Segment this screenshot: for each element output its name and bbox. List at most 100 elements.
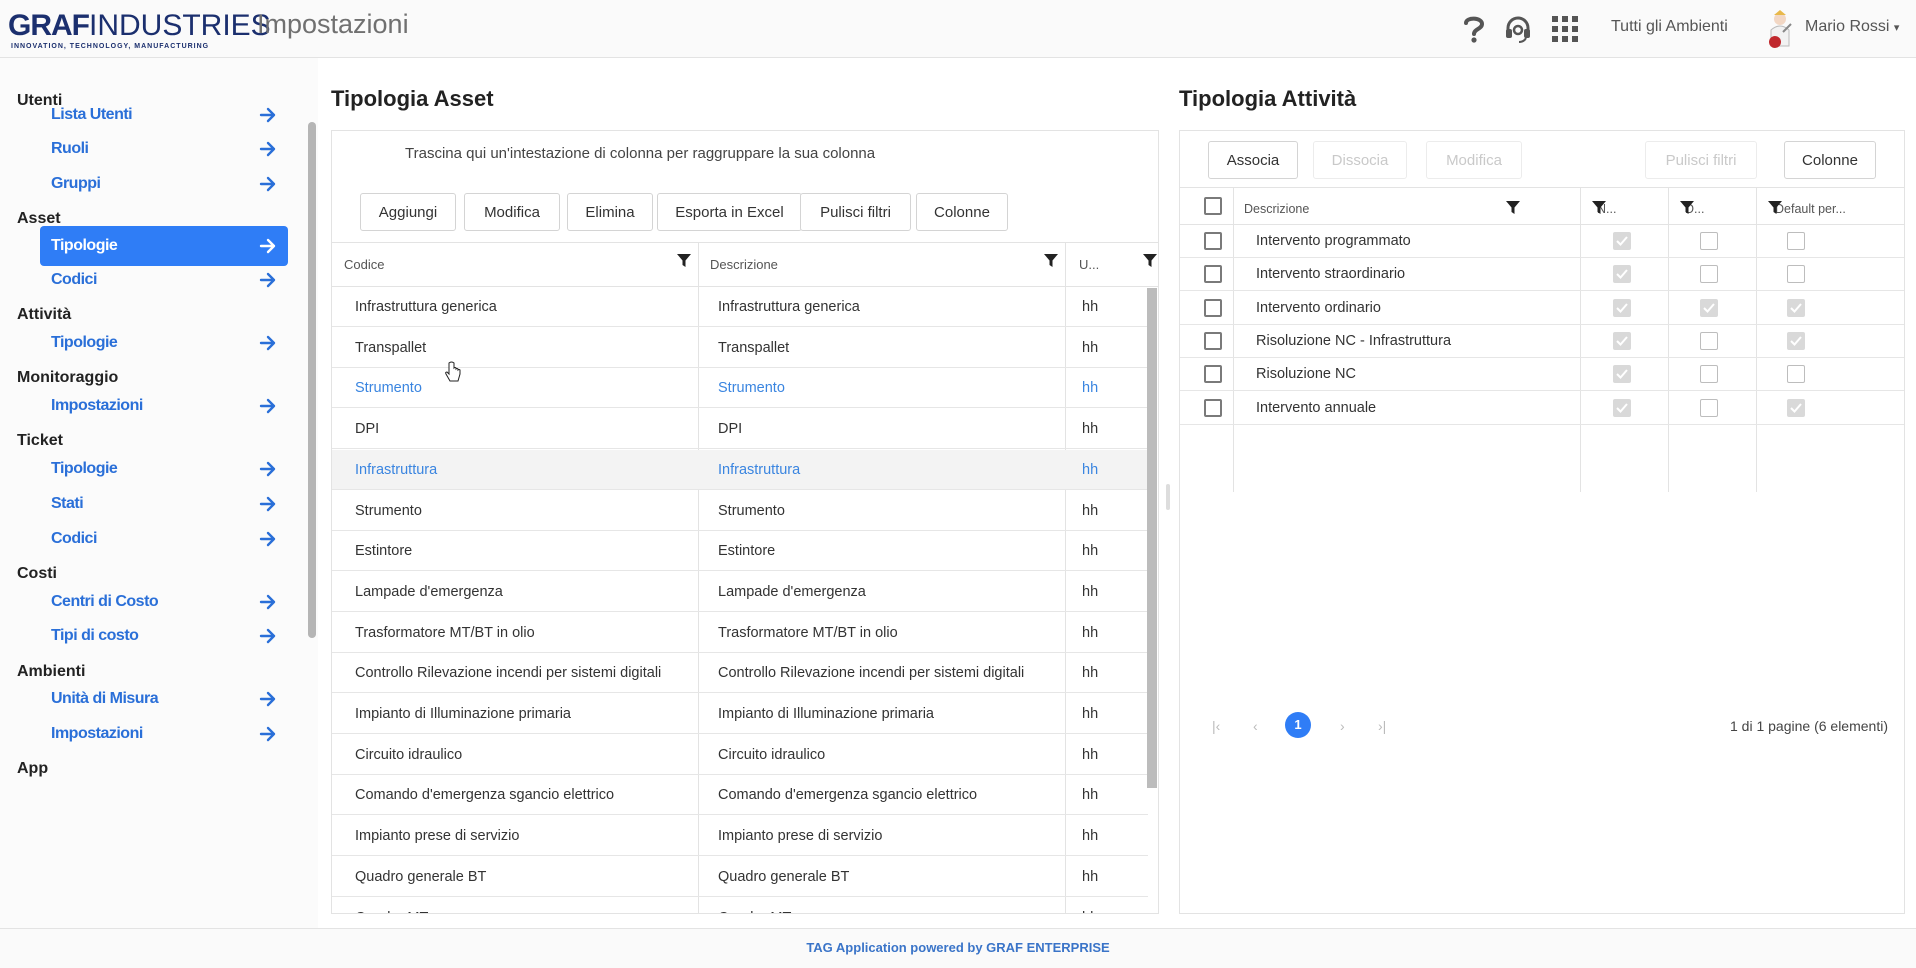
- row-select-checkbox[interactable]: [1204, 398, 1222, 417]
- support-headset-icon[interactable]: [1502, 14, 1534, 44]
- cell-codice: Strumento: [355, 502, 422, 519]
- table-row[interactable]: Strumento Strumento hh: [332, 491, 1148, 531]
- help-icon[interactable]: [1460, 14, 1488, 44]
- sidebar-item-label: Impostazioni: [51, 725, 143, 742]
- table-row[interactable]: Risoluzione NC: [1180, 358, 1904, 392]
- column-header-codice[interactable]: Codice: [344, 257, 384, 272]
- sidebar: Utenti Lista Utenti Ruoli Gruppi Asset Tipolo…: [0, 58, 318, 928]
- colonne-button[interactable]: Colonne: [916, 193, 1008, 231]
- asset-grid-scrollbar[interactable]: [1147, 288, 1157, 788]
- table-row[interactable]: Impianto prese di servizio Impianto prese…: [332, 816, 1148, 857]
- logo-tagline: INNOVATION, TECHNOLOGY, MANUFACTURING: [11, 43, 210, 50]
- cell-descrizione: Intervento straordinario: [1256, 266, 1406, 283]
- sidebar-item-utenti-ruoli[interactable]: Ruoli: [40, 129, 288, 169]
- row-select-checkbox[interactable]: [1204, 265, 1222, 284]
- table-row[interactable]: Comando d'emergenza sgancio elettrico Com…: [332, 775, 1148, 816]
- sidebar-item-ticket-tipologie[interactable]: Tipologie: [40, 449, 288, 489]
- esporta-in-excel-button[interactable]: Esporta in Excel: [657, 193, 802, 231]
- filter-icon[interactable]: [1680, 201, 1694, 215]
- page-title: Impostazioni: [257, 9, 409, 39]
- app-root: GRAFINDUSTRIES INNOVATION, TECHNOLOGY, M…: [0, 0, 1916, 968]
- table-row[interactable]: Trasformatore MT/BT in olio Trasformatore…: [332, 613, 1148, 653]
- filter-icon[interactable]: [1768, 201, 1782, 215]
- sidebar-item-label: Tipologie: [51, 334, 118, 351]
- sidebar-item-ticket-codici[interactable]: Codici: [40, 519, 288, 559]
- sidebar-item-label: Unità di Misura: [51, 690, 159, 707]
- table-row[interactable]: Intervento ordinario: [1180, 292, 1904, 325]
- table-row[interactable]: Risoluzione NC - Infrastruttura: [1180, 325, 1904, 358]
- row-select-checkbox[interactable]: [1204, 331, 1222, 350]
- table-row[interactable]: Quadro MT Quadro MT hh: [332, 898, 1148, 914]
- apps-grid-icon[interactable]: [1550, 14, 1580, 44]
- aggiungi-button[interactable]: Aggiungi: [360, 193, 456, 231]
- column-header-descrizione[interactable]: Descrizione: [710, 257, 778, 272]
- sidebar-item-monitoraggio-impostazioni[interactable]: Impostazioni: [40, 386, 288, 426]
- sidebar-item-ambienti-unita-di-misura[interactable]: Unità di Misura: [40, 679, 288, 719]
- table-row[interactable]: Circuito idraulico Circuito idraulico hh: [332, 735, 1148, 775]
- sidebar-item-label: Codici: [51, 271, 97, 288]
- cell-codice: Strumento: [355, 380, 422, 397]
- filter-icon[interactable]: [1592, 201, 1606, 215]
- user-menu[interactable]: Mario Rossi ▾: [1805, 18, 1899, 36]
- column-header-default-per[interactable]: Default per...: [1775, 202, 1846, 216]
- table-row[interactable]: Infrastruttura generica Infrastruttura ge…: [332, 287, 1148, 327]
- dissocia-button: Dissocia: [1313, 141, 1407, 179]
- table-row[interactable]: DPI DPI hh: [332, 409, 1148, 450]
- table-row[interactable]: Intervento programmato: [1180, 225, 1904, 258]
- table-row[interactable]: Intervento straordinario: [1180, 258, 1904, 292]
- sidebar-scrollbar[interactable]: [308, 122, 316, 638]
- row-select-checkbox[interactable]: [1204, 298, 1222, 317]
- all-environments-link[interactable]: Tutti gli Ambienti: [1611, 18, 1728, 36]
- sidebar-item-ticket-stati[interactable]: Stati: [40, 484, 288, 524]
- table-row[interactable]: Infrastruttura Infrastruttura hh: [332, 449, 1148, 490]
- row-select-checkbox[interactable]: [1204, 232, 1222, 250]
- pulisci-filtri-button[interactable]: Pulisci filtri: [800, 193, 911, 231]
- arrow-right-icon: [258, 724, 278, 744]
- filter-icon[interactable]: [677, 254, 691, 268]
- table-row[interactable]: Impianto di Illuminazione primaria Impian…: [332, 694, 1148, 734]
- filter-icon[interactable]: [1506, 201, 1520, 215]
- cell-um: hh: [1082, 787, 1099, 804]
- current-page-button[interactable]: 1: [1285, 712, 1311, 738]
- table-row[interactable]: Quadro generale BT Quadro generale BT hh: [332, 857, 1148, 897]
- table-row[interactable]: Intervento annuale: [1180, 392, 1904, 425]
- cell-codice: Quadro MT: [355, 910, 690, 914]
- activity-panel-title: Tipologia Attività: [1179, 86, 1357, 111]
- elimina-button[interactable]: Elimina: [567, 193, 653, 231]
- colonne-button[interactable]: Colonne: [1784, 141, 1876, 179]
- avatar[interactable]: [1763, 10, 1797, 50]
- filter-icon[interactable]: [1044, 254, 1058, 268]
- group-panel-hint[interactable]: Trascina qui un'intestazione di colonna …: [405, 145, 875, 162]
- arrow-right-icon: [258, 626, 278, 646]
- cell-um: hh: [1082, 543, 1099, 560]
- sidebar-item-attivita-tipologie[interactable]: Tipologie: [40, 323, 288, 363]
- cell-codice: Estintore: [355, 543, 413, 560]
- modifica-button[interactable]: Modifica: [464, 193, 560, 231]
- associa-button[interactable]: Associa: [1208, 141, 1298, 179]
- asset-panel-title: Tipologia Asset: [331, 86, 494, 111]
- filter-icon[interactable]: [1143, 254, 1157, 268]
- cell-codice: Infrastruttura generica: [355, 299, 497, 315]
- footer: TAG Application powered by GRAF ENTERPRI…: [0, 928, 1916, 968]
- cell-um: hh: [1082, 828, 1099, 845]
- select-all-checkbox[interactable]: [1204, 197, 1222, 215]
- table-row[interactable]: Lampade d'emergenza Lampade d'emergenza hh: [332, 572, 1148, 612]
- sidebar-section-monitoraggio: Monitoraggio: [17, 369, 119, 386]
- cell-um: hh: [1082, 583, 1099, 600]
- table-row[interactable]: Controllo Rilevazione incendi per sistem…: [332, 653, 1148, 694]
- column-header-u[interactable]: U...: [1079, 257, 1099, 272]
- checkbox-default: [1787, 398, 1805, 417]
- column-header-descrizione[interactable]: Descrizione: [1244, 202, 1309, 216]
- checkbox-d: [1700, 232, 1718, 250]
- sidebar-item-utenti-gruppi[interactable]: Gruppi: [40, 164, 288, 204]
- sidebar-item-costi-tipi-di-costo[interactable]: Tipi di costo: [40, 616, 288, 656]
- checkbox-n: [1613, 365, 1631, 384]
- sidebar-item-label: Lista Utenti: [51, 106, 133, 123]
- checkbox-d: [1700, 365, 1718, 384]
- row-select-checkbox[interactable]: [1204, 365, 1222, 384]
- sidebar-item-asset-codici[interactable]: Codici: [40, 260, 288, 300]
- table-row[interactable]: Estintore Estintore hh: [332, 531, 1148, 572]
- sidebar-item-ambienti-impostazioni[interactable]: Impostazioni: [40, 714, 288, 754]
- panel-splitter[interactable]: [1166, 484, 1170, 510]
- company-logo[interactable]: GRAFINDUSTRIES INNOVATION, TECHNOLOGY, M…: [8, 11, 271, 53]
